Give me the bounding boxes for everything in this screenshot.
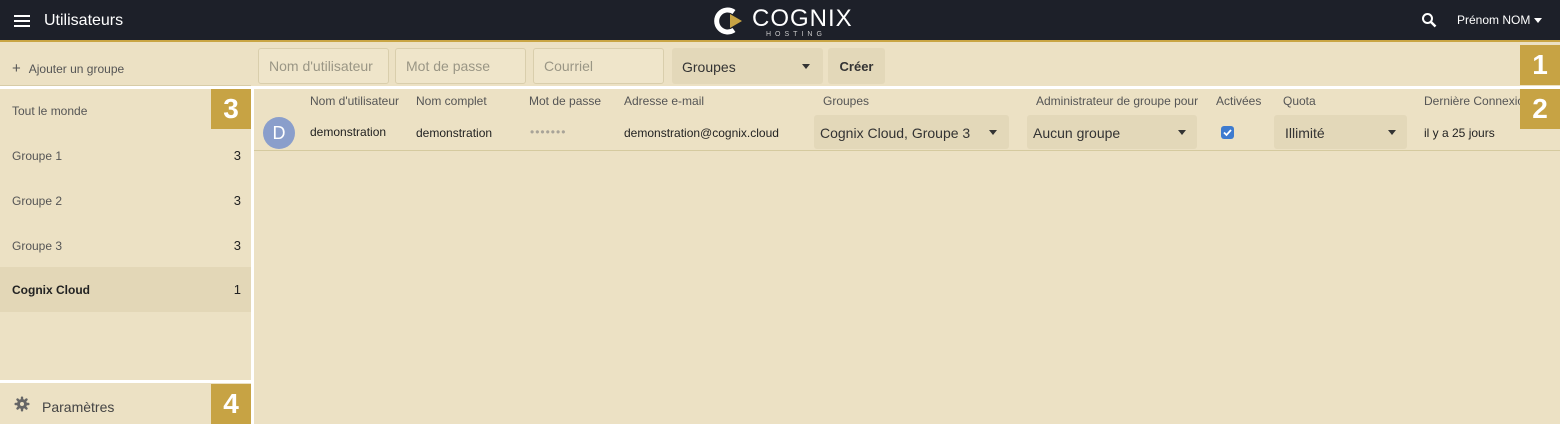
table-row: D demonstration demonstration ••••••• de… bbox=[254, 111, 1560, 151]
sidebar-item-groupe-2[interactable]: Groupe 2 3 bbox=[0, 178, 251, 223]
password-input[interactable] bbox=[395, 48, 526, 84]
gear-icon bbox=[14, 396, 30, 412]
column-header-enabled: Activées bbox=[1216, 94, 1262, 108]
callout-badge-4: 4 bbox=[211, 384, 251, 424]
chevron-down-icon bbox=[802, 64, 810, 69]
column-header-group-admin: Administrateur de groupe pour bbox=[1036, 94, 1199, 108]
callout-badge-1: 1 bbox=[1520, 45, 1560, 85]
column-header-email[interactable]: Adresse e-mail bbox=[624, 94, 704, 108]
chevron-down-icon bbox=[1178, 130, 1186, 135]
cell-quota-value: Illimité bbox=[1285, 125, 1325, 141]
logo-text: COGNIX bbox=[752, 5, 853, 32]
logo-subtext: HOSTING bbox=[766, 31, 826, 38]
user-name: Prénom NOM bbox=[1457, 13, 1531, 27]
hamburger-menu-icon[interactable] bbox=[14, 15, 30, 27]
plus-icon: + bbox=[12, 60, 21, 77]
page-title: Utilisateurs bbox=[44, 12, 124, 29]
cell-username[interactable]: demonstration bbox=[310, 125, 386, 139]
groups-select[interactable]: Groupes bbox=[672, 48, 823, 84]
add-group-button[interactable]: + Ajouter un groupe bbox=[0, 44, 251, 86]
create-button[interactable]: Créer bbox=[828, 48, 885, 84]
new-user-toolbar: Groupes Créer bbox=[252, 44, 1560, 86]
sidebar-item-label: Cognix Cloud bbox=[12, 283, 90, 297]
sidebar-item-label: Groupe 3 bbox=[12, 239, 63, 253]
sidebar-item-count: 3 bbox=[233, 148, 241, 163]
cell-groups-select[interactable]: Cognix Cloud, Groupe 3 bbox=[814, 115, 1009, 149]
sidebar-item-cognix-cloud[interactable]: Cognix Cloud 1 bbox=[0, 267, 251, 312]
avatar: D bbox=[263, 117, 295, 149]
callout-badge-2: 2 bbox=[1520, 89, 1560, 129]
cell-group-admin-select[interactable]: Aucun groupe bbox=[1027, 115, 1197, 149]
column-header-quota[interactable]: Quota bbox=[1283, 94, 1316, 108]
groups-select-label: Groupes bbox=[682, 59, 736, 75]
chevron-down-icon bbox=[989, 130, 997, 135]
column-header-username[interactable]: Nom d'utilisateur bbox=[310, 94, 399, 108]
checkmark-icon bbox=[1223, 129, 1232, 137]
sidebar-item-count: 3 bbox=[233, 193, 241, 208]
app-header: Utilisateurs COGNIX HOSTING Prénom NOM bbox=[0, 0, 1560, 42]
cell-password[interactable]: ••••••• bbox=[530, 125, 566, 139]
column-header-groups: Groupes bbox=[823, 94, 870, 108]
search-icon[interactable] bbox=[1421, 12, 1437, 28]
sidebar-item-groupe-1[interactable]: Groupe 1 3 bbox=[0, 133, 251, 178]
sidebar-item-count: 1 bbox=[233, 282, 241, 297]
column-header-fullname[interactable]: Nom complet bbox=[416, 94, 487, 108]
settings-label: Paramètres bbox=[42, 399, 115, 415]
sidebar-item-count: 3 bbox=[233, 238, 241, 253]
cognix-logo-mark-icon bbox=[714, 7, 742, 35]
sidebar-item-groupe-3[interactable]: Groupe 3 3 bbox=[0, 223, 251, 268]
column-header-password: Mot de passe bbox=[529, 94, 602, 108]
user-menu[interactable]: Prénom NOM bbox=[1457, 13, 1543, 27]
sidebar-item-label: Groupe 1 bbox=[12, 149, 63, 163]
column-header-last-login[interactable]: Dernière Connexion bbox=[1424, 94, 1524, 108]
chevron-down-icon bbox=[1388, 130, 1396, 135]
email-input[interactable] bbox=[533, 48, 664, 84]
enabled-checkbox[interactable] bbox=[1221, 126, 1234, 139]
cognix-logo: COGNIX HOSTING bbox=[712, 4, 852, 38]
sidebar-item-label: Groupe 2 bbox=[12, 194, 63, 208]
cell-quota-select[interactable]: Illimité bbox=[1274, 115, 1407, 149]
username-input[interactable] bbox=[258, 48, 389, 84]
users-table: Nom d'utilisateur Nom complet Mot de pas… bbox=[254, 89, 1560, 424]
chevron-down-icon bbox=[1534, 18, 1543, 24]
cell-email[interactable]: demonstration@cognix.cloud bbox=[624, 126, 779, 140]
callout-badge-3: 3 bbox=[211, 89, 251, 129]
sidebar-item-label: Tout le monde bbox=[12, 104, 88, 118]
cell-groups-value: Cognix Cloud, Groupe 3 bbox=[820, 125, 971, 141]
cell-fullname[interactable]: demonstration bbox=[416, 126, 492, 140]
add-group-label: Ajouter un groupe bbox=[28, 62, 125, 76]
cell-group-admin-value: Aucun groupe bbox=[1033, 125, 1121, 141]
cell-last-login: il y a 25 jours bbox=[1424, 126, 1495, 140]
